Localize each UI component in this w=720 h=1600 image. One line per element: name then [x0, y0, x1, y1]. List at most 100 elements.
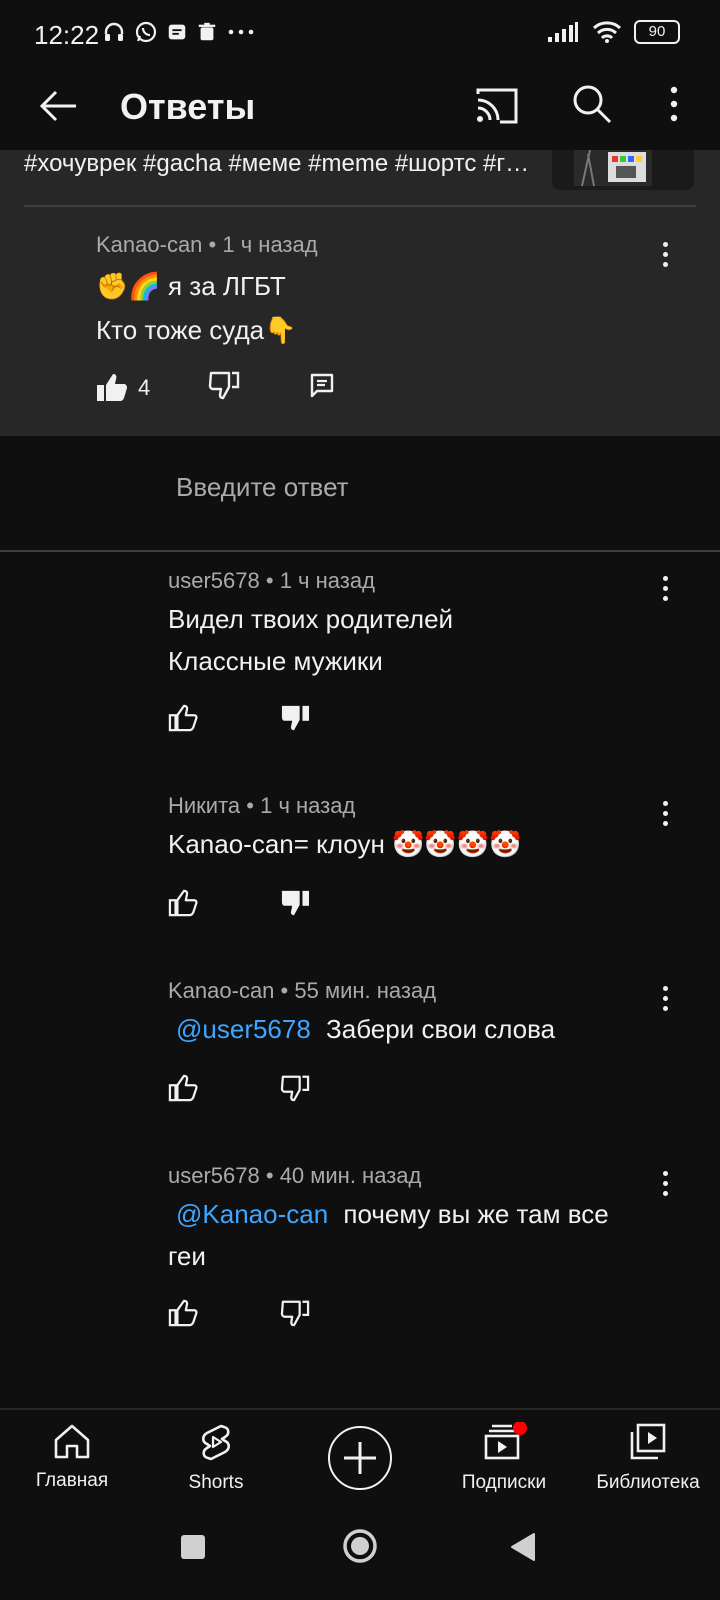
- search-icon: [573, 85, 612, 124]
- nav-subscriptions[interactable]: Подписки: [434, 1422, 574, 1494]
- more-vert-icon: [660, 242, 670, 267]
- meta-separator: •: [208, 232, 223, 257]
- home-system-button[interactable]: [342, 1528, 378, 1569]
- thumbs-up-icon[interactable]: [168, 1074, 198, 1102]
- reply-item: user5678 • 40 мин. назад @Kanao-can поче…: [0, 1163, 720, 1383]
- reply-author[interactable]: Kanao-can: [168, 978, 274, 1003]
- trash-icon: [198, 22, 216, 41]
- notification-icons: [102, 20, 256, 44]
- bottom-navigation: Главная Shorts Подписки Библиотека: [0, 1408, 720, 1510]
- thumbs-down-filled-icon[interactable]: [280, 704, 310, 732]
- divider: [24, 205, 696, 207]
- home-icon: [54, 1424, 90, 1459]
- back-system-button[interactable]: [510, 1532, 536, 1567]
- reply-text: Видел твоих родителей Классные мужики: [168, 598, 648, 682]
- thumbs-up-icon[interactable]: [168, 889, 198, 917]
- cast-button[interactable]: [472, 84, 520, 128]
- app-bar: Ответы: [0, 70, 720, 150]
- reply-menu-button[interactable]: [660, 801, 670, 826]
- reply-item: user5678 • 1 ч назад Видел твоих родител…: [0, 568, 720, 768]
- nav-label: Shorts: [188, 1472, 244, 1493]
- reply-time: 1 ч назад: [260, 793, 356, 818]
- reply-line: @user5678 Забери свои слова: [168, 1008, 648, 1050]
- thumbs-up-icon[interactable]: [168, 1299, 198, 1327]
- cast-icon: [476, 88, 518, 124]
- comment-line: Кто тоже суда👇: [96, 315, 297, 345]
- reply-actions: [168, 1299, 310, 1327]
- page-title: Ответы: [120, 86, 256, 127]
- reply-line: Классные мужики: [168, 646, 383, 676]
- thumbs-down-icon[interactable]: [280, 1074, 310, 1102]
- meta-separator: •: [259, 1163, 280, 1188]
- reply-line: @Kanao-can почему вы же там все: [168, 1193, 648, 1235]
- nav-home[interactable]: Главная: [2, 1422, 142, 1492]
- reply-menu-button[interactable]: [660, 1171, 670, 1196]
- more-vert-icon: [670, 86, 678, 122]
- mention-link[interactable]: @Kanao-can: [176, 1199, 328, 1229]
- nav-label: Главная: [35, 1470, 109, 1491]
- dislike-button[interactable]: [208, 370, 240, 405]
- more-options-button[interactable]: [660, 82, 688, 126]
- meta-separator: •: [240, 793, 261, 818]
- subscriptions-icon: [484, 1422, 527, 1460]
- library-icon: [630, 1423, 666, 1460]
- recents-button[interactable]: [180, 1534, 206, 1565]
- thumbs-down-filled-icon[interactable]: [280, 889, 310, 917]
- more-vert-icon: [660, 576, 670, 601]
- meta-separator: •: [274, 978, 295, 1003]
- status-bar: 12:22 90: [0, 0, 720, 70]
- arrow-left-icon: [39, 90, 76, 122]
- reply-line-text: Забери свои слова: [326, 1014, 556, 1044]
- back-button[interactable]: [36, 84, 80, 128]
- system-navigation-bar: [0, 1510, 720, 1600]
- system-status-icons: 90: [546, 20, 680, 44]
- reply-actions: [168, 704, 310, 732]
- triangle-back-icon: [511, 1533, 535, 1561]
- thumbs-up-filled-icon: [97, 373, 127, 401]
- reply-menu-button[interactable]: [660, 576, 670, 601]
- reply-text: @Kanao-can почему вы же там все геи: [168, 1193, 648, 1277]
- reply-meta: user5678 • 40 мин. назад: [168, 1163, 421, 1189]
- thumbs-down-icon: [209, 371, 240, 400]
- more-vert-icon: [660, 1171, 670, 1196]
- reply-time: 40 мин. назад: [279, 1163, 422, 1188]
- thumbnail-image: [552, 150, 694, 190]
- comment-line: ✊🌈 я за ЛГБТ: [96, 271, 286, 301]
- nav-shorts[interactable]: Shorts: [146, 1422, 286, 1494]
- reply-line-text: почему вы же там все: [343, 1199, 609, 1229]
- shorts-icon: [201, 1424, 231, 1461]
- reply-author[interactable]: user5678: [168, 568, 260, 593]
- nav-library[interactable]: Библиотека: [578, 1422, 718, 1494]
- video-thumbnail[interactable]: [552, 150, 694, 190]
- like-button[interactable]: 4: [96, 373, 150, 403]
- reply-time: 55 мин. назад: [294, 978, 437, 1003]
- more-vert-icon: [660, 801, 670, 826]
- search-button[interactable]: [570, 82, 614, 126]
- reply-menu-button[interactable]: [660, 986, 670, 1011]
- reply-time: 1 ч назад: [279, 568, 375, 593]
- reply-input[interactable]: [176, 472, 656, 503]
- reply-author[interactable]: Никита: [168, 793, 240, 818]
- parent-comment-text: ✊🌈 я за ЛГБТ Кто тоже суда👇: [96, 264, 296, 352]
- reply-meta: Kanao-can • 55 мин. назад: [168, 978, 436, 1004]
- meta-separator: •: [259, 568, 280, 593]
- reply-line: геи: [168, 1241, 206, 1271]
- video-hashtags[interactable]: #хочуврек #gacha #меме #meme #шортс #г…: [24, 150, 544, 178]
- parent-comment-meta: Kanao-can • 1 ч назад: [96, 232, 318, 258]
- thumbs-down-icon[interactable]: [280, 1299, 310, 1327]
- reply-item: Никита • 1 ч назад Kanao-can= клоун 🤡🤡🤡🤡: [0, 793, 720, 963]
- comment-menu-button[interactable]: [660, 242, 670, 267]
- reply-author[interactable]: user5678: [168, 1163, 260, 1188]
- nav-label: Подписки: [461, 1472, 547, 1493]
- reply-button[interactable]: [308, 371, 336, 404]
- plus-icon: [344, 1442, 376, 1474]
- nav-label: Библиотека: [596, 1472, 700, 1493]
- comment-author[interactable]: Kanao-can: [96, 232, 202, 257]
- comment-actions: 4: [96, 370, 336, 405]
- thumbs-up-icon[interactable]: [168, 704, 198, 732]
- like-count: 4: [138, 374, 151, 400]
- create-button[interactable]: [328, 1426, 392, 1490]
- reply-meta: Никита • 1 ч назад: [168, 793, 355, 819]
- signal-icon: [548, 22, 578, 42]
- mention-link[interactable]: @user5678: [176, 1014, 311, 1044]
